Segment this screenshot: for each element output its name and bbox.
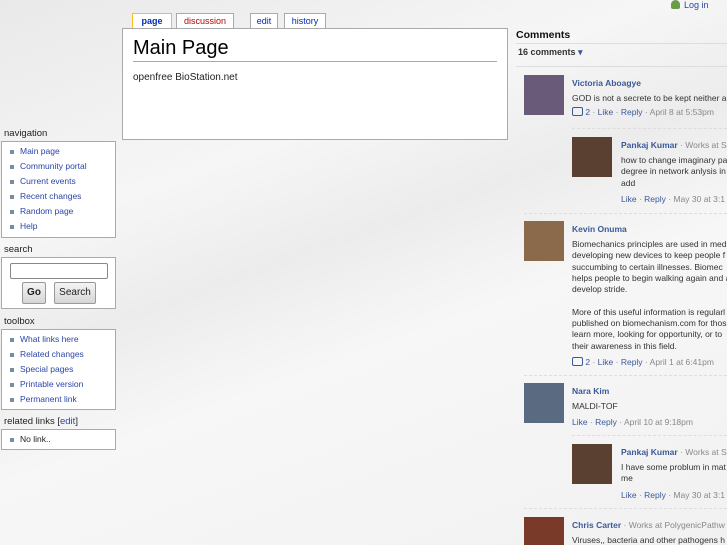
search-portlet: Go Search bbox=[1, 257, 116, 309]
toolbox-heading: toolbox bbox=[4, 316, 35, 327]
comment-text: I have some problum in mat bbox=[621, 462, 726, 472]
sidebar-item[interactable]: Random page bbox=[10, 204, 115, 219]
comment-time: May 30 at 3:1 bbox=[673, 489, 725, 500]
divider bbox=[516, 66, 727, 67]
comment-author[interactable]: Nara Kim bbox=[572, 386, 609, 396]
thumbs-up-icon bbox=[572, 357, 583, 366]
reply-link[interactable]: Reply bbox=[644, 490, 666, 500]
tab-discussion[interactable]: discussion bbox=[176, 13, 234, 28]
comment-time: April 8 at 5:53pm bbox=[649, 107, 714, 118]
comment-text: succumbing to certain illnesses. Biomec bbox=[572, 261, 723, 272]
navigation-heading: navigation bbox=[4, 128, 48, 139]
avatar[interactable] bbox=[524, 383, 564, 423]
like-link[interactable]: Like bbox=[621, 490, 637, 500]
related-links-heading: related links [edit] bbox=[4, 416, 78, 427]
reply-link[interactable]: Reply bbox=[644, 194, 666, 204]
divider bbox=[524, 508, 727, 509]
comment-text: developing new devices to keep people f bbox=[572, 250, 726, 261]
sidebar-item[interactable]: Main page bbox=[10, 144, 115, 159]
sidebar-item[interactable]: What links here bbox=[10, 332, 115, 347]
search-heading: search bbox=[4, 244, 33, 255]
comment-text: MALDI-TOF bbox=[572, 401, 618, 411]
go-button[interactable]: Go bbox=[22, 282, 46, 304]
comment-actions: 2 · Like · Reply · April 8 at 5:53pm bbox=[572, 107, 714, 117]
comment-text: add bbox=[621, 177, 636, 188]
tab-page[interactable]: page bbox=[132, 13, 172, 29]
comment-text: how to change imaginary pa bbox=[621, 155, 727, 165]
reply-link[interactable]: Reply bbox=[621, 107, 643, 117]
comment-text: degree in network anlysis in bbox=[621, 166, 726, 177]
comment-actions: Like · Reply · May 30 at 3:1 bbox=[621, 489, 725, 500]
toolbox-portlet: What links here Related changes Special pa… bbox=[1, 329, 116, 410]
comment-text: published on biomechanism.com for thos bbox=[572, 318, 727, 329]
comment-text: Viruses,, bacteria and other pathogens h bbox=[572, 535, 725, 545]
login-link[interactable]: Log in bbox=[671, 0, 709, 10]
like-link[interactable]: Like bbox=[572, 417, 588, 427]
comment-author[interactable]: Victoria Aboagye bbox=[572, 78, 641, 88]
divider bbox=[524, 375, 727, 376]
chevron-down-icon: ▾ bbox=[578, 47, 583, 57]
related-edit-link[interactable]: edit bbox=[60, 416, 75, 427]
tab-edit[interactable]: edit bbox=[250, 13, 278, 28]
like-link[interactable]: Like bbox=[621, 194, 637, 204]
comment-author[interactable]: Pankaj Kumar · Works at S bbox=[621, 447, 727, 457]
avatar[interactable] bbox=[572, 137, 612, 177]
search-input[interactable] bbox=[10, 263, 108, 279]
comment-time: April 1 at 6:41pm bbox=[649, 357, 714, 367]
comment-text: develop stride. bbox=[572, 284, 628, 295]
comment-text: helps people to begin walking again and … bbox=[572, 272, 727, 283]
like-link[interactable]: Like bbox=[598, 357, 614, 367]
reply-link[interactable]: Reply bbox=[621, 357, 643, 367]
comment-actions: Like · Reply · April 10 at 9:18pm bbox=[572, 417, 693, 428]
comment-text: More of this useful information is regul… bbox=[572, 306, 726, 317]
comment-text: Biomechanics principles are used in med bbox=[572, 239, 727, 249]
comments-heading: Comments bbox=[516, 29, 571, 41]
divider bbox=[572, 128, 727, 129]
comment-actions: 2 · Like · Reply · April 1 at 6:41pm bbox=[572, 357, 714, 367]
comment-text: me bbox=[621, 473, 633, 484]
sidebar-item[interactable]: Related changes bbox=[10, 347, 115, 362]
sidebar-item[interactable]: Permanent link bbox=[10, 392, 115, 407]
sidebar-item[interactable]: Community portal bbox=[10, 159, 115, 174]
user-icon bbox=[671, 0, 680, 9]
comment-author[interactable]: Kevin Onuma bbox=[572, 224, 627, 234]
avatar[interactable] bbox=[572, 444, 612, 484]
page-title: Main Page bbox=[133, 37, 497, 62]
avatar[interactable] bbox=[524, 221, 564, 261]
page-body: openfree BioStation.net bbox=[133, 72, 238, 83]
reply-link[interactable]: Reply bbox=[595, 417, 617, 427]
comment-text: learn more, looking for opportunity, or … bbox=[572, 329, 723, 340]
avatar[interactable] bbox=[524, 75, 564, 115]
divider bbox=[516, 43, 727, 44]
comment-time: April 10 at 9:18pm bbox=[623, 417, 693, 428]
divider bbox=[524, 213, 727, 214]
tab-history[interactable]: history bbox=[284, 13, 326, 28]
like-link[interactable]: Like bbox=[598, 107, 614, 117]
sidebar-item[interactable]: Help bbox=[10, 219, 115, 234]
search-button[interactable]: Search bbox=[54, 282, 96, 304]
comment-actions: Like · Reply · May 30 at 3:1 bbox=[621, 193, 725, 204]
avatar[interactable] bbox=[524, 517, 564, 545]
navigation-portlet: Main page Community portal Current events R… bbox=[1, 141, 116, 238]
thumbs-up-icon bbox=[572, 107, 583, 117]
sidebar-item[interactable]: Printable version bbox=[10, 377, 115, 392]
comments-panel: Comments 16 comments ▾ Victoria Aboagye … bbox=[515, 28, 727, 545]
comment-text: their awareness in this field. bbox=[572, 340, 677, 351]
sidebar-item[interactable]: Recent changes bbox=[10, 189, 115, 204]
related-item: No link.. bbox=[10, 432, 115, 447]
sidebar-item[interactable]: Special pages bbox=[10, 362, 115, 377]
comment-text: GOD is not a secrete to be kept neither … bbox=[572, 93, 727, 103]
divider bbox=[572, 435, 727, 436]
comment-time: May 30 at 3:1 bbox=[673, 193, 725, 204]
content-area: Main Page openfree BioStation.net bbox=[122, 28, 508, 140]
sidebar-item[interactable]: Current events bbox=[10, 174, 115, 189]
comment-author[interactable]: Chris Carter · Works at PolygenicPathw bbox=[572, 520, 725, 530]
comment-author[interactable]: Pankaj Kumar · Works at S bbox=[621, 140, 727, 150]
related-links-portlet: No link.. bbox=[1, 429, 116, 450]
comment-count-dropdown[interactable]: 16 comments ▾ bbox=[518, 47, 583, 58]
